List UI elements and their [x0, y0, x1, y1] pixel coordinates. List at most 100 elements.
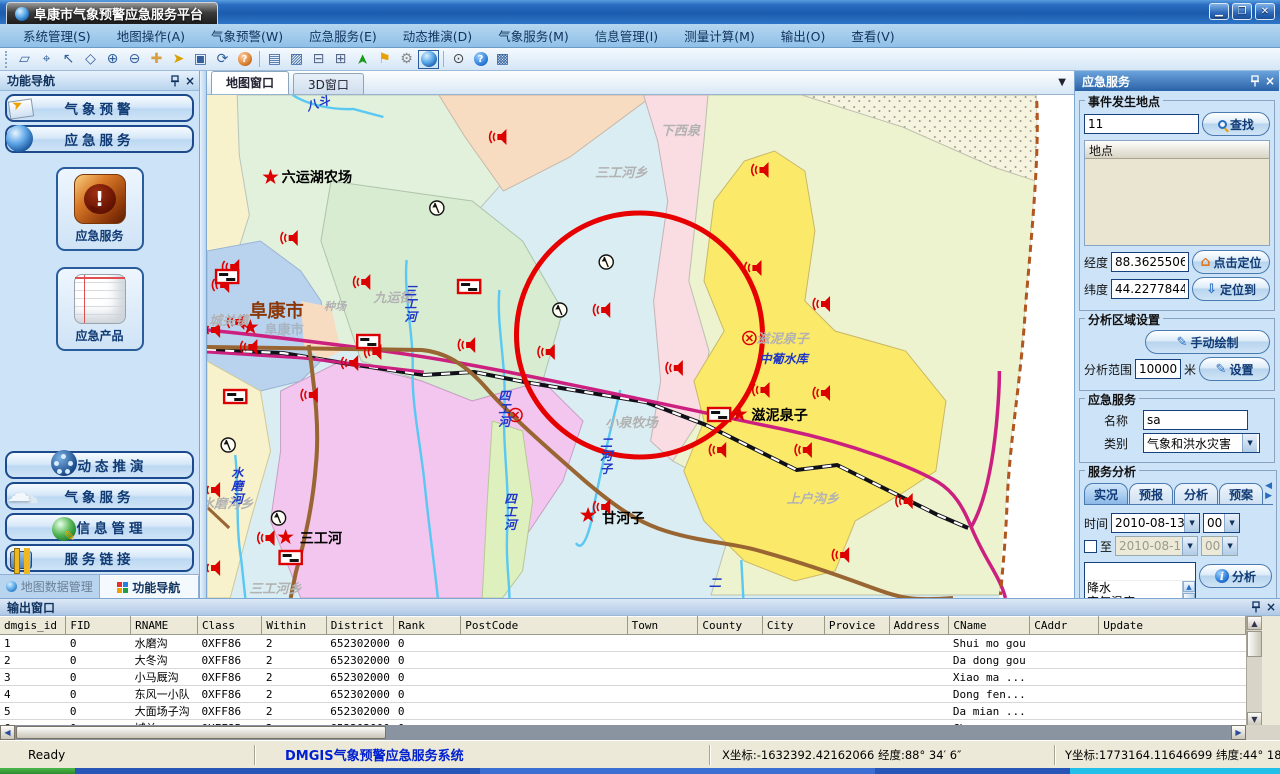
sidebar-item-bottom-0[interactable]: 动态推演: [5, 451, 194, 479]
horizontal-scrollbar[interactable]: ◀ ▶: [0, 725, 1280, 740]
scroll-up-icon[interactable]: ▲: [1247, 616, 1262, 630]
globe-icon[interactable]: [418, 50, 439, 69]
identify-icon[interactable]: [234, 50, 255, 69]
goto-location-button[interactable]: ⇩ 定位到: [1192, 277, 1270, 301]
date2-select[interactable]: 2010-08-13 ▼: [1115, 536, 1198, 556]
select-box-icon[interactable]: ⌖: [36, 50, 57, 69]
column-header-RNAME[interactable]: RNAME: [131, 617, 198, 635]
menu-item-measure-calc[interactable]: 测量计算(M): [671, 24, 768, 47]
help-icon[interactable]: [470, 50, 491, 69]
scroll-down-icon[interactable]: ▼: [1247, 712, 1262, 726]
big-button-1[interactable]: 应急产品: [56, 267, 144, 351]
sidebar-item-top-1[interactable]: 应急服务: [5, 125, 194, 153]
tab-live[interactable]: 实况: [1084, 483, 1128, 504]
column-header-dmgis_id[interactable]: dmgis_id: [0, 617, 66, 635]
column-header-CName[interactable]: CName: [949, 617, 1030, 635]
scroll-thumb[interactable]: [1247, 631, 1262, 657]
tab-3d-view[interactable]: 3D窗口: [293, 73, 364, 94]
column-header-Address[interactable]: Address: [889, 617, 949, 635]
menu-item-weather-warning[interactable]: 气象预警(W): [198, 24, 296, 47]
tab-scroll-arrows[interactable]: ◀ ▶: [1265, 481, 1273, 504]
vertical-scrollbar[interactable]: ▲ ▼: [1246, 616, 1262, 726]
search-button[interactable]: 查找: [1202, 112, 1270, 136]
column-header-Rank[interactable]: Rank: [394, 617, 461, 635]
table-row[interactable]: 40东风一小队0XFF8626523020000Dong fen...: [0, 686, 1246, 703]
hour2-select[interactable]: 00 ▼: [1201, 536, 1238, 556]
pointer-icon[interactable]: ➤: [168, 50, 189, 69]
menu-item-emergency-service[interactable]: 应急服务(E): [296, 24, 390, 47]
close-panel-icon[interactable]: ×: [1266, 602, 1276, 612]
table-row[interactable]: 30小马厩沟0XFF8626523020000Xiao ma ...: [0, 669, 1246, 686]
tab-plan[interactable]: 预案: [1219, 483, 1263, 504]
menu-item-map-ops[interactable]: 地图操作(A): [104, 24, 198, 47]
refresh-icon[interactable]: ⟳: [212, 50, 233, 69]
analyze-button[interactable]: 分析: [1199, 564, 1272, 588]
layers-icon[interactable]: ▤: [264, 50, 285, 69]
column-header-City[interactable]: City: [762, 617, 824, 635]
set-range-button[interactable]: ✎ 设置: [1199, 357, 1270, 381]
pin-icon[interactable]: [170, 75, 180, 87]
service-name-input[interactable]: [1143, 410, 1248, 430]
column-header-County[interactable]: County: [698, 617, 762, 635]
eye-icon[interactable]: ⊙: [448, 50, 469, 69]
menu-item-info-management[interactable]: 信息管理(I): [582, 24, 671, 47]
export-map-icon[interactable]: ▨: [286, 50, 307, 69]
hour-select[interactable]: 00 ▼: [1203, 513, 1240, 533]
menu-item-dynamic-deduction[interactable]: 动态推演(D): [390, 24, 485, 47]
toolbar-grip[interactable]: [5, 51, 10, 68]
table-row[interactable]: 10水磨沟0XFF8626523020000Shui mo gou: [0, 635, 1246, 652]
click-locate-button[interactable]: ⌂ 点击定位: [1192, 250, 1270, 274]
chevron-down-icon[interactable]: ▼: [1184, 514, 1199, 532]
menu-item-weather-service[interactable]: 气象服务(M): [485, 24, 582, 47]
manual-draw-button[interactable]: ✎ 手动绘制: [1145, 330, 1270, 354]
scroll-thumb[interactable]: [16, 726, 386, 739]
tab-map-data-management[interactable]: 地图数据管理: [0, 575, 100, 598]
element-list[interactable]: 降水 空气温度 ▲: [1084, 562, 1196, 598]
chevron-down-icon[interactable]: ▼: [1224, 514, 1239, 532]
column-header-FID[interactable]: FID: [66, 617, 131, 635]
pan-icon[interactable]: ✚: [146, 50, 167, 69]
list-item[interactable]: 降水: [1085, 581, 1195, 595]
map-tab-dropdown-icon[interactable]: ▼: [1058, 77, 1066, 88]
north-arrow-icon[interactable]: ➤: [353, 49, 372, 70]
start-button-edge[interactable]: [0, 768, 75, 774]
close-panel-icon[interactable]: ×: [185, 76, 195, 86]
column-header-Within[interactable]: Within: [262, 617, 326, 635]
range-input[interactable]: [1135, 359, 1181, 379]
minimize-button[interactable]: ▁: [1209, 3, 1229, 20]
map-canvas[interactable]: 八斗六运湖农场三工河乡下西泉九运街阜康市种场城关镇阜康市滋泥泉子中葡水库小泉牧场…: [207, 95, 1074, 598]
restore-button[interactable]: ❐: [1232, 3, 1252, 20]
service-type-select[interactable]: 气象和洪水灾害 ▼: [1143, 433, 1260, 453]
sidebar-item-top-0[interactable]: 气象预警: [5, 94, 194, 122]
location-result-list[interactable]: 地点: [1084, 140, 1270, 246]
settings-icon[interactable]: ⚙: [396, 50, 417, 69]
menu-item-view[interactable]: 查看(V): [838, 24, 907, 47]
sidebar-item-bottom-2[interactable]: 信息管理: [5, 513, 194, 541]
to-checkbox[interactable]: [1084, 540, 1097, 553]
print-preview-icon[interactable]: ⊞: [330, 50, 351, 69]
menu-item-output[interactable]: 输出(O): [768, 24, 839, 47]
tab-forecast[interactable]: 预报: [1129, 483, 1173, 504]
panel-splitter[interactable]: [200, 71, 207, 598]
full-extent-icon[interactable]: ▣: [190, 50, 211, 69]
chevron-down-icon[interactable]: ▼: [1242, 434, 1257, 452]
deselect-icon[interactable]: ◇: [80, 50, 101, 69]
column-header-CAddr[interactable]: CAddr: [1030, 617, 1099, 635]
column-header-PostCode[interactable]: PostCode: [461, 617, 627, 635]
exit-icon[interactable]: ▩: [492, 50, 513, 69]
table-row[interactable]: 50大面场子沟0XFF8626523020000Da mian ...: [0, 703, 1246, 720]
pin-icon[interactable]: [1250, 75, 1260, 87]
scroll-left-icon[interactable]: ◀: [0, 725, 15, 740]
column-header-Provice[interactable]: Provice: [824, 617, 889, 635]
tab-function-nav[interactable]: 功能导航: [100, 575, 200, 598]
print-icon[interactable]: ⊟: [308, 50, 329, 69]
list-scrollbar[interactable]: ▲: [1182, 581, 1195, 598]
column-header-Class[interactable]: Class: [197, 617, 261, 635]
tab-map-view[interactable]: 地图窗口: [211, 71, 289, 94]
pin-icon[interactable]: [1251, 601, 1261, 613]
zoom-out-icon[interactable]: ⊖: [124, 50, 145, 69]
date-select[interactable]: 2010-08-13 ▼: [1111, 513, 1200, 533]
sidebar-item-bottom-1[interactable]: 气象服务: [5, 482, 194, 510]
close-panel-icon[interactable]: ×: [1265, 76, 1275, 86]
column-header-Town[interactable]: Town: [627, 617, 698, 635]
